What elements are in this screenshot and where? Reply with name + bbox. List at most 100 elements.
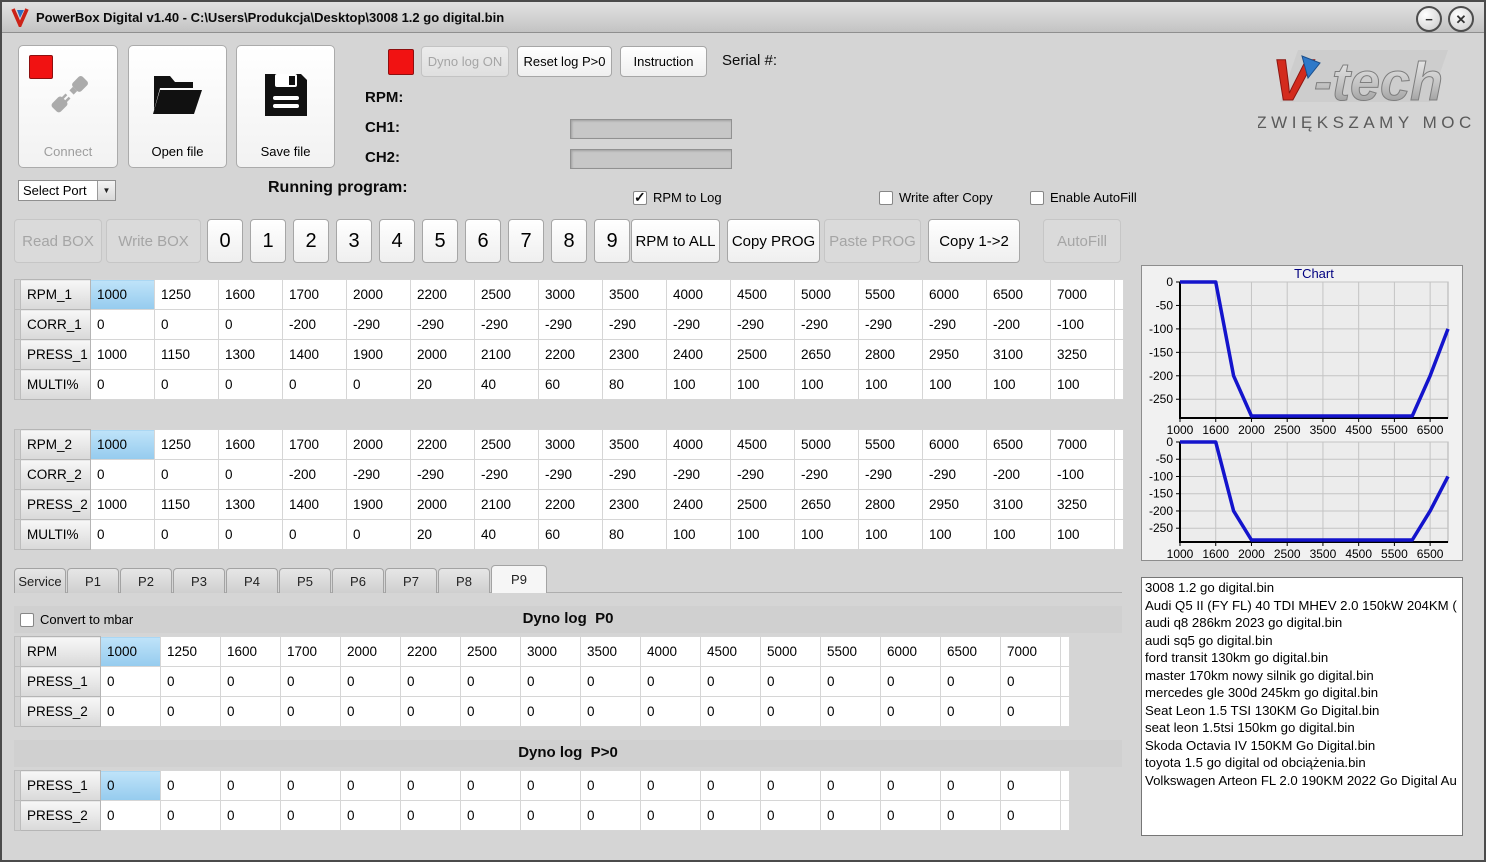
grid-cell[interactable]: 0	[346, 519, 411, 550]
grid-cell[interactable]: 0	[340, 770, 401, 801]
grid-cell[interactable]: 6000	[922, 429, 987, 460]
grid-cell[interactable]: 2300	[602, 339, 667, 370]
program-button-8[interactable]: 8	[551, 219, 587, 263]
grid-cell[interactable]: 1000	[100, 636, 161, 667]
grid-cell[interactable]: 1700	[280, 636, 341, 667]
grid-cell[interactable]: -200	[986, 309, 1051, 340]
grid-cell[interactable]: 3100	[986, 489, 1051, 520]
grid-cell[interactable]: 2950	[922, 489, 987, 520]
file-item[interactable]: seat leon 1.5tsi 150km go digital.bin	[1145, 719, 1462, 737]
grid-cell[interactable]: 3000	[538, 429, 603, 460]
grid-cell[interactable]: 100	[986, 519, 1051, 550]
grid-cell[interactable]: 1700	[282, 429, 347, 460]
grid-cell[interactable]: 1300	[218, 339, 283, 370]
grid-cell[interactable]: 0	[760, 696, 821, 727]
grid-cell[interactable]: 0	[760, 800, 821, 831]
rpm-to-log-checkbox[interactable]: RPM to Log	[633, 189, 722, 206]
grid-cell[interactable]: 0	[218, 309, 283, 340]
grid-cell[interactable]: 0	[460, 770, 521, 801]
grid-cell[interactable]: 1250	[154, 279, 219, 310]
paste-prog-button[interactable]: Paste PROG	[824, 219, 921, 263]
grid-cell[interactable]: 0	[520, 696, 581, 727]
grid-cell[interactable]: 1000	[90, 279, 155, 310]
grid-cell[interactable]: 100	[666, 519, 731, 550]
grid-cell[interactable]: -290	[666, 309, 731, 340]
tab-p7[interactable]: P7	[385, 568, 437, 593]
file-item[interactable]: toyota 1.5 go digital od obciążenia.bin	[1145, 754, 1462, 772]
grid-cell[interactable]: 1300	[218, 489, 283, 520]
grid-cell[interactable]: 0	[220, 666, 281, 697]
grid-cell[interactable]: 0	[700, 800, 761, 831]
title-bar[interactable]: PowerBox Digital v1.40 - C:\Users\Produk…	[2, 2, 1484, 33]
tab-p3[interactable]: P3	[173, 568, 225, 593]
grid-cell[interactable]: 1000	[90, 489, 155, 520]
grid-cell[interactable]: 0	[640, 666, 701, 697]
tab-p8[interactable]: P8	[438, 568, 490, 593]
grid-cell[interactable]: 100	[730, 369, 795, 400]
grid-cell[interactable]: 2400	[666, 489, 731, 520]
grid-cell[interactable]: 0	[154, 309, 219, 340]
autofill-button[interactable]: AutoFill	[1043, 219, 1121, 263]
grid-cell[interactable]: 100	[858, 369, 923, 400]
grid-cell[interactable]: 0	[880, 770, 941, 801]
file-item[interactable]: Seat Leon 1.5 TSI 130KM Go Digital.bin	[1145, 702, 1462, 720]
tab-p6[interactable]: P6	[332, 568, 384, 593]
grid-cell[interactable]: 0	[280, 696, 341, 727]
grid-cell[interactable]: 2200	[410, 429, 475, 460]
grid-cell[interactable]: 0	[760, 666, 821, 697]
grid-cell[interactable]: 0	[580, 696, 641, 727]
grid-cell[interactable]: 80	[602, 369, 667, 400]
grid-cell[interactable]: -290	[922, 459, 987, 490]
tab-p4[interactable]: P4	[226, 568, 278, 593]
grid-cell[interactable]: 0	[1000, 800, 1061, 831]
grid-cell[interactable]: -100	[1050, 459, 1115, 490]
grid-cell[interactable]: 0	[940, 696, 1001, 727]
grid-cell[interactable]: 0	[940, 800, 1001, 831]
grid-cell[interactable]: 0	[880, 666, 941, 697]
tab-p5[interactable]: P5	[279, 568, 331, 593]
grid-cell[interactable]: 0	[400, 800, 461, 831]
grid-cell[interactable]: 0	[220, 696, 281, 727]
grid-cell[interactable]: 6000	[922, 279, 987, 310]
write-box-button[interactable]: Write BOX	[106, 219, 201, 263]
file-item[interactable]: mercedes gle 300d 245km go digital.bin	[1145, 684, 1462, 702]
grid-cell[interactable]: -290	[538, 459, 603, 490]
program-button-5[interactable]: 5	[422, 219, 458, 263]
grid-cell[interactable]: -290	[602, 309, 667, 340]
tab-service[interactable]: Service	[14, 568, 66, 593]
grid-cell[interactable]: 1400	[282, 489, 347, 520]
grid-cell[interactable]: 4500	[730, 279, 795, 310]
grid-cell[interactable]: 2300	[602, 489, 667, 520]
grid-cell[interactable]: 0	[460, 666, 521, 697]
grid-cell[interactable]: -290	[666, 459, 731, 490]
grid-cell[interactable]: 3500	[602, 429, 667, 460]
grid-cell[interactable]: 0	[154, 369, 219, 400]
dyno-log-on-button[interactable]: Dyno log ON	[421, 46, 509, 77]
grid-cell[interactable]: 2000	[410, 339, 475, 370]
grid-cell[interactable]: 0	[940, 770, 1001, 801]
grid-cell[interactable]: 0	[400, 666, 461, 697]
grid-cell[interactable]: 2200	[538, 489, 603, 520]
grid-cell[interactable]: -290	[922, 309, 987, 340]
grid-cell[interactable]: 100	[1050, 519, 1115, 550]
grid-cell[interactable]: 0	[760, 770, 821, 801]
grid-cell[interactable]: 0	[1000, 696, 1061, 727]
grid-cell[interactable]: 2500	[730, 489, 795, 520]
grid-cell[interactable]: 20	[410, 519, 475, 550]
program-button-6[interactable]: 6	[465, 219, 501, 263]
grid-cell[interactable]: -200	[986, 459, 1051, 490]
grid-cell[interactable]: 0	[90, 309, 155, 340]
grid-cell[interactable]: 2500	[474, 429, 539, 460]
grid-cell[interactable]: 0	[820, 800, 881, 831]
grid-cell[interactable]: 0	[218, 369, 283, 400]
grid-cell[interactable]: 0	[520, 800, 581, 831]
grid-cell[interactable]: -290	[538, 309, 603, 340]
grid-cell[interactable]: 100	[922, 519, 987, 550]
grid-cell[interactable]: 100	[666, 369, 731, 400]
grid-cell[interactable]: 100	[858, 519, 923, 550]
grid-cell[interactable]: -100	[1050, 309, 1115, 340]
grid-cell[interactable]: 0	[160, 800, 221, 831]
grid-cell[interactable]: 0	[218, 459, 283, 490]
grid-cell[interactable]: 6000	[880, 636, 941, 667]
grid-cell[interactable]: -290	[602, 459, 667, 490]
